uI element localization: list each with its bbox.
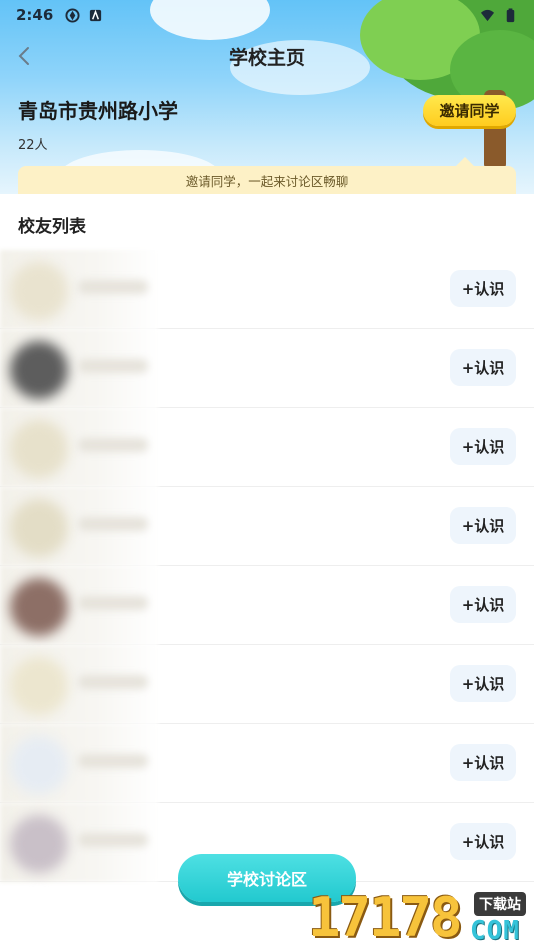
blurred-name <box>78 754 148 768</box>
section-title: 校友列表 <box>18 217 86 237</box>
add-friend-button[interactable]: +认识 <box>450 507 516 544</box>
add-friend-button[interactable]: +认识 <box>450 270 516 307</box>
blurred-name <box>78 675 148 689</box>
avatar[interactable] <box>10 499 68 557</box>
avatar[interactable] <box>10 578 68 636</box>
avatar[interactable] <box>10 736 68 794</box>
member-count: 22人 <box>18 138 48 153</box>
back-button[interactable] <box>10 42 38 70</box>
nav-bar: 学校主页 <box>0 36 534 76</box>
add-friend-button[interactable]: +认识 <box>450 665 516 702</box>
classmate-row: +认识 <box>0 724 534 803</box>
blurred-name <box>78 280 148 294</box>
classmate-row: +认识 <box>0 645 534 724</box>
avatar[interactable] <box>10 262 68 320</box>
school-name: 青岛市贵州路小学 <box>18 99 178 123</box>
watermark-domain: COM <box>470 916 520 946</box>
add-friend-button[interactable]: +认识 <box>450 823 516 860</box>
sync-icon <box>65 7 80 23</box>
app-notification-icon <box>90 9 102 21</box>
classmate-row: +认识 <box>0 408 534 487</box>
invite-tip-banner: 邀请同学，一起来讨论区畅聊 <box>18 166 516 194</box>
blurred-name <box>78 359 148 373</box>
blurred-name <box>78 833 148 847</box>
add-friend-button[interactable]: +认识 <box>450 744 516 781</box>
avatar[interactable] <box>10 815 68 873</box>
blurred-name <box>78 438 148 452</box>
blurred-name <box>78 596 148 610</box>
status-bar: 2:46 <box>0 0 534 30</box>
watermark-logo: 17178 下载站 COM <box>308 886 534 950</box>
wifi-icon <box>480 9 495 21</box>
battery-icon <box>506 7 515 22</box>
page-title: 学校主页 <box>228 46 305 69</box>
blurred-name <box>78 517 148 531</box>
header-banner: 2:46 学校主页 青岛市贵州路小学 22人 邀请同学 <box>0 0 534 194</box>
add-friend-button[interactable]: +认识 <box>450 349 516 386</box>
watermark-label: 下载站 <box>474 892 526 916</box>
status-time: 2:46 <box>16 6 54 24</box>
watermark-number: 17178 <box>308 886 463 949</box>
classmate-row: +认识 <box>0 487 534 566</box>
avatar[interactable] <box>10 657 68 715</box>
classmate-list: +认识 +认识 +认识 +认识 +认识 +认识 +认识 +认识 <box>0 250 534 882</box>
classmate-row: +认识 <box>0 250 534 329</box>
classmate-row: +认识 <box>0 566 534 645</box>
avatar[interactable] <box>10 341 68 399</box>
chevron-left-icon <box>18 47 29 65</box>
tip-pointer <box>456 157 474 166</box>
add-friend-button[interactable]: +认识 <box>450 428 516 465</box>
add-friend-button[interactable]: +认识 <box>450 586 516 623</box>
classmate-row: +认识 <box>0 329 534 408</box>
invite-classmates-button[interactable]: 邀请同学 <box>423 95 516 126</box>
avatar[interactable] <box>10 420 68 478</box>
